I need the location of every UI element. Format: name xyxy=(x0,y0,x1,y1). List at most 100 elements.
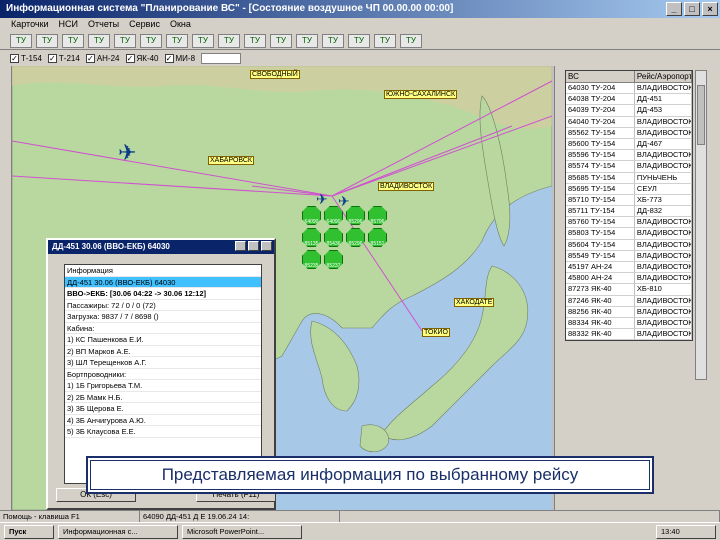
start-button[interactable]: Пуск xyxy=(4,524,54,539)
column-header-aircraft[interactable]: ВС xyxy=(566,71,635,82)
city-label[interactable]: ВЛАДИВОСТОК xyxy=(378,182,435,191)
checkbox[interactable]: ✓ xyxy=(47,53,57,63)
toolbar-button[interactable]: ТУ xyxy=(270,33,292,48)
flight-row[interactable]: 85562 ТУ-154 ВЛАДИВОСТОК xyxy=(566,127,692,139)
menu-reports[interactable]: Отчеты xyxy=(83,18,124,32)
filter-tu214[interactable]: ✓ Т-214 xyxy=(47,53,80,63)
flight-row[interactable]: 45197 АН-24 ВЛАДИВОСТОК xyxy=(566,262,692,274)
aircraft-tile[interactable]: 85235 xyxy=(302,250,321,269)
close-button[interactable]: × xyxy=(702,2,718,16)
info-row[interactable]: Информация xyxy=(65,265,261,277)
toolbar-button[interactable]: ТУ xyxy=(192,33,214,48)
info-row[interactable]: 1) 1Б Григорьева Т.М. xyxy=(65,380,261,392)
flight-row[interactable]: 88334 ЯК-40 ВЛАДИВОСТОК xyxy=(566,317,692,330)
checkbox[interactable]: ✓ xyxy=(125,53,135,63)
info-row-selected[interactable]: ДД-451 30.06 (ВВО-ЕКБ) 64030 xyxy=(65,276,261,288)
toolbar-button[interactable]: ТУ xyxy=(10,33,32,48)
flight-row[interactable]: 88332 ЯК-40 ВЛАДИВОСТОК xyxy=(566,329,692,341)
flight-row[interactable]: 85604 ТУ-154 ВЛАДИВОСТОК xyxy=(566,239,692,251)
info-row[interactable]: 2) ВП Марков А.Е. xyxy=(65,346,261,357)
minimize-button[interactable]: _ xyxy=(666,2,682,16)
toolbar-button[interactable]: ТУ xyxy=(348,33,370,48)
toolbar-button[interactable]: ТУ xyxy=(62,33,84,48)
dialog-maximize-button[interactable] xyxy=(248,241,259,251)
city-label[interactable]: СВОБОДНЫЙ xyxy=(250,70,300,79)
aircraft-tile[interactable]: 85135 xyxy=(302,228,321,247)
flight-row[interactable]: 64040 ТУ-204 ВЛАДИВОСТОК xyxy=(566,116,692,128)
filter-yak40[interactable]: ✓ ЯК-40 xyxy=(125,53,159,63)
airplane-icon[interactable]: ✈ xyxy=(316,192,328,206)
toolbar-button[interactable]: ТУ xyxy=(400,33,422,48)
flight-row[interactable]: 85549 ТУ-154 ВЛАДИВОСТОК xyxy=(566,250,692,262)
flight-row[interactable]: 85760 ТУ-154 ВЛАДИВОСТОК xyxy=(566,217,692,229)
info-row[interactable]: Кабина: xyxy=(65,323,261,334)
flight-row[interactable]: 85711 ТУ-154 ДД-832 xyxy=(566,206,692,218)
info-row[interactable]: 1) КС Пашенкова Е.И. xyxy=(65,334,261,346)
info-row[interactable]: Бортпроводники: xyxy=(65,369,261,380)
menu-nsi[interactable]: НСИ xyxy=(54,18,83,32)
aircraft-tile[interactable]: 64090 xyxy=(302,206,321,225)
flight-info-list[interactable]: Информация ДД-451 30.06 (ВВО-ЕКБ) 64030 … xyxy=(64,264,262,484)
aircraft-tile[interactable]: 85151 xyxy=(368,228,387,247)
flight-row[interactable]: 85803 ТУ-154 ВЛАДИВОСТОК xyxy=(566,228,692,240)
toolbar-button[interactable]: ТУ xyxy=(322,33,344,48)
toolbar-button[interactable]: ТУ xyxy=(36,33,58,48)
checkbox[interactable]: ✓ xyxy=(10,53,19,63)
aircraft-tile[interactable]: 85296 xyxy=(346,206,365,225)
flight-row[interactable]: 87246 ЯК-40 ВЛАДИВОСТОК xyxy=(566,295,692,307)
menu-cards[interactable]: Карточки xyxy=(6,18,54,32)
flight-row[interactable]: 85685 ТУ-154 ПУНЬЧЕНЬ xyxy=(566,172,692,184)
grid-scrollbar[interactable] xyxy=(695,70,707,380)
taskbar-app[interactable]: Microsoft PowerPoint... xyxy=(182,524,302,539)
checkbox[interactable]: ✓ xyxy=(164,53,174,63)
flight-row[interactable]: 64030 ТУ-204 ВЛАДИВОСТОК xyxy=(566,83,692,95)
info-row[interactable]: 2) 2Б Мамк Н.Б. xyxy=(65,392,261,403)
filter-search-input[interactable] xyxy=(201,52,242,64)
flight-grid[interactable]: ВС Рейс/Аэропорт 64030 ТУ-204 ВЛАДИВОСТОК… xyxy=(565,70,693,342)
flight-row[interactable]: 85710 ТУ-154 ХБ-773 xyxy=(566,194,692,207)
aircraft-tile[interactable]: 85436 xyxy=(324,228,343,247)
toolbar-button[interactable]: ТУ xyxy=(296,33,318,48)
filter-mi8[interactable]: ✓ МИ-8 xyxy=(164,53,195,63)
flight-row[interactable]: 85596 ТУ-154 ВЛАДИВОСТОК xyxy=(566,150,692,162)
toolbar-button[interactable]: ТУ xyxy=(218,33,240,48)
maximize-button[interactable]: □ xyxy=(684,2,700,16)
menu-windows[interactable]: Окна xyxy=(165,18,196,32)
flight-row[interactable]: 85600 ТУ-154 ДД-467 xyxy=(566,138,692,151)
flight-row[interactable]: 85574 ТУ-154 ВЛАДИВОСТОК xyxy=(566,161,692,173)
toolbar-button[interactable]: ТУ xyxy=(140,33,162,48)
info-row[interactable]: 3) 3Б Щерова Е. xyxy=(65,403,261,415)
city-label[interactable]: ХАБАРОВСК xyxy=(208,156,254,165)
toolbar-button[interactable]: ТУ xyxy=(374,33,396,48)
info-row[interactable]: 4) 3Б Анчигурова А.Ю. xyxy=(65,415,261,426)
flight-row[interactable]: 45800 АН-24 ВЛАДИВОСТОК xyxy=(566,273,692,285)
column-header-flight[interactable]: Рейс/Аэропорт xyxy=(635,71,692,82)
toolbar-button[interactable]: ТУ xyxy=(88,33,110,48)
aircraft-tile[interactable]: 85796 xyxy=(368,206,387,225)
city-label[interactable]: ХАКОДАТЕ xyxy=(454,298,495,307)
dialog-minimize-button[interactable] xyxy=(235,241,246,251)
flight-row[interactable]: 88256 ЯК-40 ВЛАДИВОСТОК xyxy=(566,306,692,318)
toolbar-button[interactable]: ТУ xyxy=(166,33,188,48)
city-label[interactable]: ЮЖНО-САХАЛИНСК xyxy=(384,90,458,99)
info-row[interactable]: ВВО->ЕКБ: [30.06 04:22 -> 30.06 12:12] xyxy=(65,288,261,300)
toolbar-button[interactable]: ТУ xyxy=(114,33,136,48)
taskbar-app[interactable]: Информационная с... xyxy=(58,524,178,539)
dialog-close-button[interactable] xyxy=(261,241,272,251)
info-row[interactable]: 5) 3Б Клаусова Е.Е. xyxy=(65,426,261,438)
scrollbar-thumb[interactable] xyxy=(697,85,705,145)
menu-service[interactable]: Сервис xyxy=(124,18,165,32)
aircraft-tile[interactable]: 85296 xyxy=(346,228,365,247)
info-row[interactable]: 3) ШЛ Терещенков А.Г. xyxy=(65,357,261,369)
flight-row[interactable]: 64039 ТУ-204 ДД-453 xyxy=(566,105,692,117)
city-label[interactable]: ТОКИО xyxy=(422,328,450,337)
flight-map[interactable]: СВОБОДНЫЙ ХАБАРОВСК ЮЖНО-САХАЛИНСК ВЛАДИ… xyxy=(12,66,552,510)
flight-row[interactable]: 87273 ЯК-40 ХБ-810 xyxy=(566,284,692,296)
airplane-icon[interactable]: ✈ xyxy=(118,142,136,164)
aircraft-tile[interactable]: 85237 xyxy=(324,250,343,269)
filter-an24[interactable]: ✓ АН-24 xyxy=(85,53,120,63)
filter-tu154[interactable]: ✓ Т-154 xyxy=(10,53,42,63)
checkbox[interactable]: ✓ xyxy=(85,53,95,63)
toolbar-button[interactable]: ТУ xyxy=(244,33,266,48)
flight-row[interactable]: 64038 ТУ-204 ДД-451 xyxy=(566,94,692,106)
